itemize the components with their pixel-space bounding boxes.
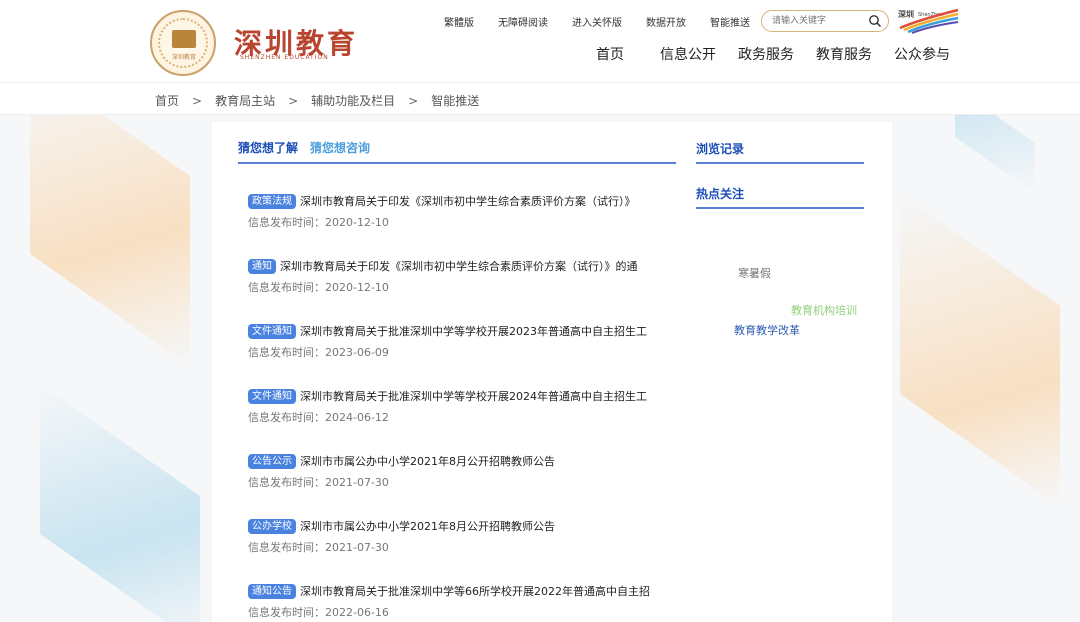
list-item[interactable]: 公办学校 深圳市市属公办中小学2021年8月公开招聘教师公告 信息发布时间：202… <box>248 515 668 580</box>
list-item[interactable]: 文件通知 深圳市教育局关于批准深圳中学等学校开展2024年普通高中自主招生工 信息… <box>248 385 668 450</box>
breadcrumb: 首页 > 教育局主站 > 辅助功能及栏目 > 智能推送 <box>155 92 479 109</box>
breadcrumb-separator: > <box>288 94 299 108</box>
link-traditional-chinese[interactable]: 繁體版 <box>444 14 474 29</box>
item-title[interactable]: 深圳市市属公办中小学2021年8月公开招聘教师公告 <box>300 520 555 533</box>
breadcrumb-home[interactable]: 首页 <box>155 94 179 108</box>
background-decoration <box>40 383 200 622</box>
recommend-list: 政策法规 深圳市教育局关于印发《深圳市初中学生综合素质评价方案（试行）》 信息发布… <box>248 190 668 622</box>
category-badge: 政策法规 <box>248 194 296 209</box>
category-badge: 文件通知 <box>248 389 296 404</box>
main-nav: 首页 信息公开 政务服务 教育服务 公众参与 <box>596 44 950 64</box>
category-badge: 通知 <box>248 259 276 274</box>
item-date: 信息发布时间：2023-06-09 <box>248 346 389 359</box>
breadcrumb-main-site[interactable]: 教育局主站 <box>215 94 275 108</box>
category-badge: 文件通知 <box>248 324 296 339</box>
svg-text:深圳: 深圳 <box>898 9 914 19</box>
hot-tag[interactable]: 教育机构培训 <box>791 302 857 318</box>
search-icon[interactable] <box>868 14 882 28</box>
link-accessible-reading[interactable]: 无障碍阅读 <box>498 14 548 29</box>
item-date: 信息发布时间：2021-07-30 <box>248 541 389 554</box>
tab-want-to-know[interactable]: 猜您想了解 <box>238 139 298 156</box>
list-item[interactable]: 政策法规 深圳市教育局关于印发《深圳市初中学生综合素质评价方案（试行）》 信息发布… <box>248 190 668 255</box>
logo-emblem[interactable]: 深圳教育 <box>150 10 216 76</box>
nav-home[interactable]: 首页 <box>596 44 624 64</box>
background-decoration <box>900 193 1060 507</box>
browsing-history-title[interactable]: 浏览记录 <box>696 140 864 164</box>
link-smart-push[interactable]: 智能推送 <box>710 14 750 29</box>
breadcrumb-bar: 首页 > 教育局主站 > 辅助功能及栏目 > 智能推送 <box>0 82 1080 115</box>
search-input[interactable] <box>772 14 868 28</box>
breadcrumb-auxiliary[interactable]: 辅助功能及栏目 <box>311 94 395 108</box>
item-date: 信息发布时间：2021-07-30 <box>248 476 389 489</box>
item-title[interactable]: 深圳市教育局关于批准深圳中学等学校开展2024年普通高中自主招生工 <box>300 390 647 403</box>
item-date: 信息发布时间：2020-12-10 <box>248 216 389 229</box>
breadcrumb-current: 智能推送 <box>431 94 480 108</box>
item-date: 信息发布时间：2022-06-16 <box>248 606 389 619</box>
list-item[interactable]: 公告公示 深圳市市属公办中小学2021年8月公开招聘教师公告 信息发布时间：202… <box>248 450 668 515</box>
tab-want-to-consult[interactable]: 猜您想咨询 <box>310 139 370 156</box>
book-icon <box>172 30 196 48</box>
item-title[interactable]: 深圳市教育局关于批准深圳中学等66所学校开展2022年普通高中自主招 <box>300 585 650 598</box>
shenzhen-city-logo[interactable]: 深圳 ShenZhen <box>898 8 960 34</box>
logo-subtitle: SHENZHEN EDUCATION <box>240 54 329 61</box>
browsing-history-section: 浏览记录 <box>696 140 864 164</box>
item-title[interactable]: 深圳市教育局关于印发《深圳市初中学生综合素质评价方案（试行）》的通 <box>280 260 638 273</box>
search-box <box>761 10 889 32</box>
city-logo-graphic: 深圳 ShenZhen <box>898 8 959 34</box>
list-item[interactable]: 通知公告 深圳市教育局关于批准深圳中学等66所学校开展2022年普通高中自主招 信… <box>248 580 668 622</box>
logo-emblem-text: 深圳教育 <box>171 54 196 61</box>
top-links: 繁體版 无障碍阅读 进入关怀版 数据开放 智能推送 <box>444 14 774 29</box>
nav-government-services[interactable]: 政务服务 <box>738 44 794 64</box>
item-title[interactable]: 深圳市教育局关于印发《深圳市初中学生综合素质评价方案（试行）》 <box>300 195 636 208</box>
recommend-tabs: 猜您想了解 猜您想咨询 <box>238 139 676 164</box>
breadcrumb-separator: > <box>408 94 419 108</box>
link-care-mode[interactable]: 进入关怀版 <box>572 14 622 29</box>
content-card: 猜您想了解 猜您想咨询 政策法规 深圳市教育局关于印发《深圳市初中学生综合素质评价… <box>212 122 892 622</box>
category-badge: 公办学校 <box>248 519 296 534</box>
nav-education-services[interactable]: 教育服务 <box>816 44 872 64</box>
hot-tag[interactable]: 寒暑假 <box>738 265 771 281</box>
category-badge: 通知公告 <box>248 584 296 599</box>
item-title[interactable]: 深圳市市属公办中小学2021年8月公开招聘教师公告 <box>300 455 555 468</box>
breadcrumb-separator: > <box>192 94 203 108</box>
list-item[interactable]: 通知 深圳市教育局关于印发《深圳市初中学生综合素质评价方案（试行）》的通 信息发布… <box>248 255 668 320</box>
nav-info-disclosure[interactable]: 信息公开 <box>660 44 716 64</box>
hot-tag[interactable]: 教育教学改革 <box>734 322 800 338</box>
nav-public-participation[interactable]: 公众参与 <box>894 44 950 64</box>
category-badge: 公告公示 <box>248 454 296 469</box>
item-title[interactable]: 深圳市教育局关于批准深圳中学等学校开展2023年普通高中自主招生工 <box>300 325 647 338</box>
item-date: 信息发布时间：2020-12-10 <box>248 281 389 294</box>
hot-topics-title[interactable]: 热点关注 <box>696 185 864 209</box>
list-item[interactable]: 文件通知 深圳市教育局关于批准深圳中学等学校开展2023年普通高中自主招生工 信息… <box>248 320 668 385</box>
hot-topics-section: 热点关注 <box>696 185 864 209</box>
item-date: 信息发布时间：2024-06-12 <box>248 411 389 424</box>
site-header: 深圳教育 深圳教育 SHENZHEN EDUCATION 繁體版 无障碍阅读 进… <box>0 0 1080 82</box>
link-open-data[interactable]: 数据开放 <box>646 14 686 29</box>
